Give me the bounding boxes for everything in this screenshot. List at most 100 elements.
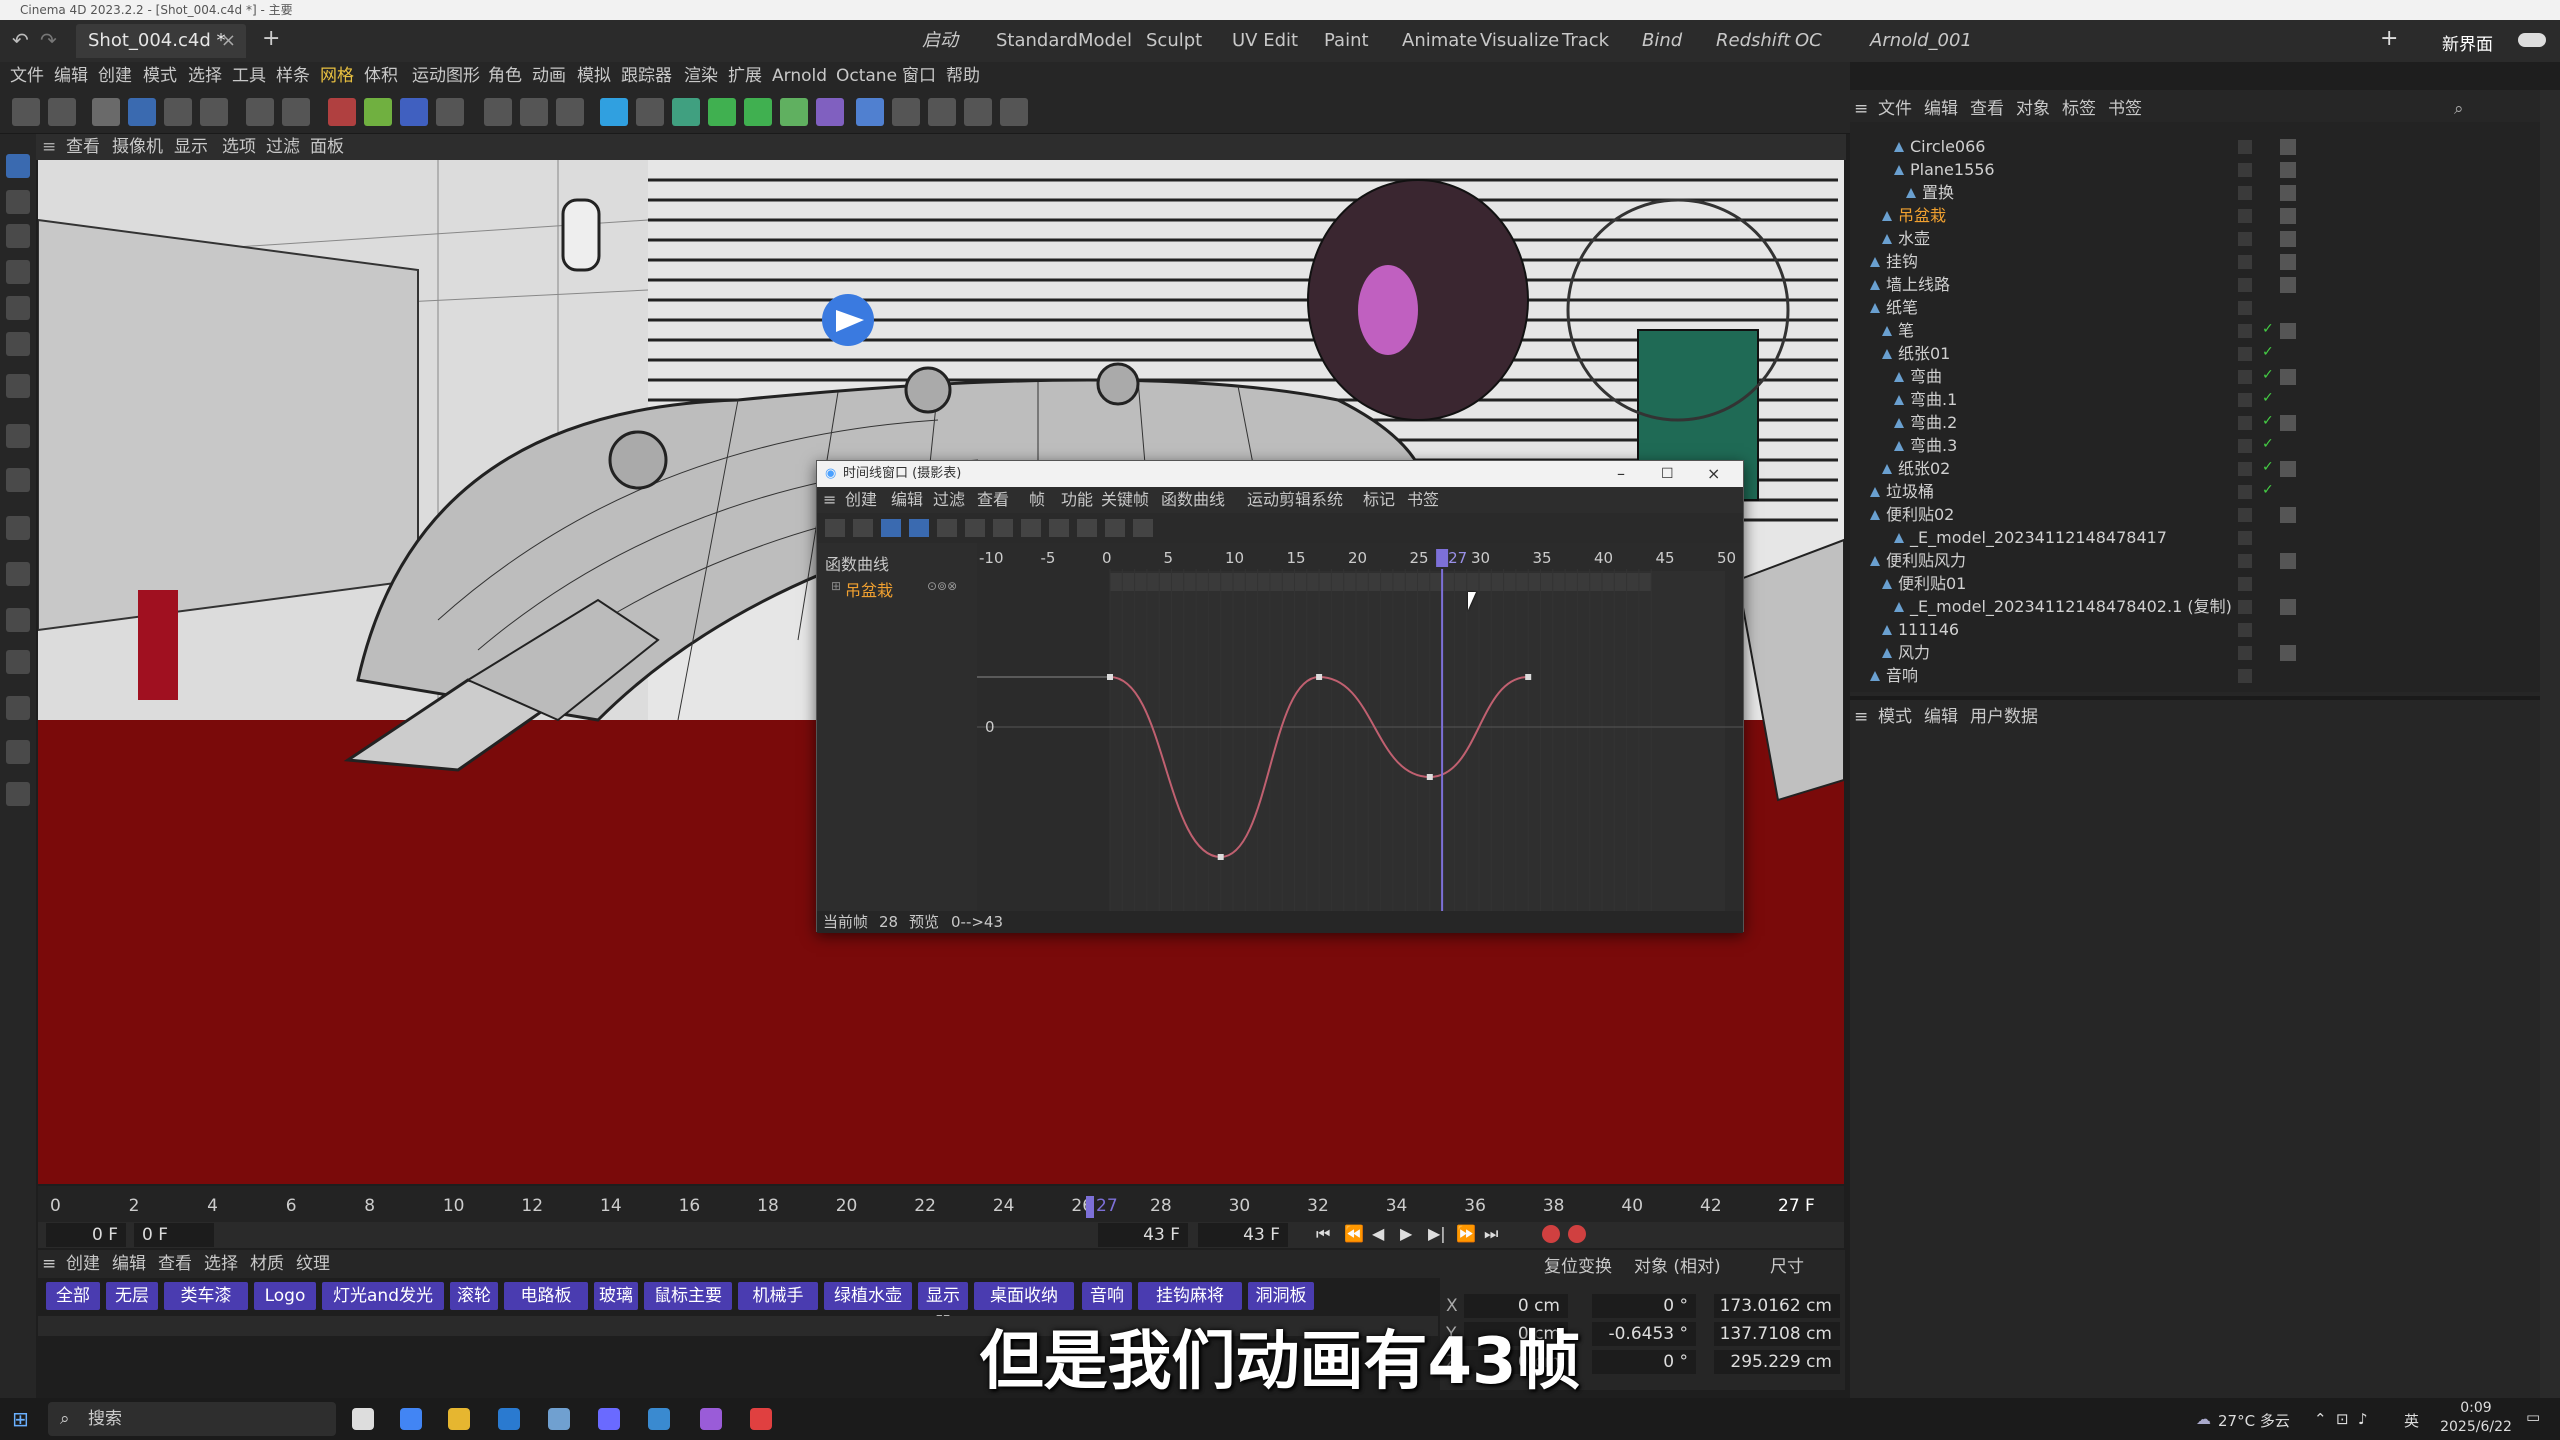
- object-row[interactable]: 水壶: [1882, 228, 1930, 250]
- layout-tab-10[interactable]: Redshift: [1716, 20, 1790, 62]
- object-visibility-icon[interactable]: [2238, 623, 2252, 637]
- material-menu-item[interactable]: 编辑: [112, 1250, 146, 1278]
- material-tag[interactable]: Logo: [254, 1282, 316, 1310]
- hamburger-icon[interactable]: ≡: [1854, 704, 1868, 730]
- enabled-check-icon[interactable]: ✓: [2262, 482, 2274, 498]
- toolbar-icon[interactable]: [92, 98, 120, 126]
- hamburger-icon[interactable]: ≡: [1854, 96, 1868, 122]
- windows-start-icon[interactable]: ⊞: [12, 1407, 29, 1431]
- object-visibility-icon[interactable]: [2238, 554, 2252, 568]
- timeline-window[interactable]: ◉ 时间线窗口 (摄影表) – ☐ × ≡ 创建 编辑 过滤 查看帧功能 关键帧 函数曲线运…: [816, 460, 1744, 936]
- object-tag-icon[interactable]: [2280, 162, 2296, 178]
- viewport-menu-item[interactable]: 面板: [310, 134, 344, 160]
- object-visibility-icon[interactable]: [2238, 462, 2252, 476]
- toolbar-icon[interactable]: [928, 98, 956, 126]
- enabled-check-icon[interactable]: ✓: [2262, 367, 2274, 383]
- prev-frame-icon[interactable]: ◀: [1372, 1224, 1384, 1243]
- volume-icon[interactable]: ♪: [2358, 1410, 2368, 1428]
- goto-end-icon[interactable]: ⏭: [1484, 1224, 1498, 1244]
- track-flags-icon[interactable]: ⊙⊚⊗: [927, 579, 957, 593]
- object-row[interactable]: 笔: [1882, 320, 1914, 342]
- toolbar-icon[interactable]: [246, 98, 274, 126]
- ime-indicator[interactable]: 英: [2404, 1410, 2419, 1431]
- object-visibility-icon[interactable]: [2238, 669, 2252, 683]
- toolbar-icon[interactable]: [484, 98, 512, 126]
- object-visibility-icon[interactable]: [2238, 646, 2252, 660]
- object-tag-icon[interactable]: [2280, 323, 2296, 339]
- object-row[interactable]: 墙上线路: [1870, 274, 1950, 296]
- expand-icon[interactable]: ⊞: [831, 579, 841, 593]
- maximize-icon[interactable]: ☐: [1661, 461, 1674, 487]
- menu-item[interactable]: Octane: [836, 62, 897, 90]
- menu-item[interactable]: 角色: [488, 62, 522, 90]
- object-tag-icon[interactable]: [2280, 139, 2296, 155]
- auto-key-icon[interactable]: [1568, 1225, 1586, 1243]
- menu-item[interactable]: 帮助: [946, 62, 980, 90]
- enabled-check-icon[interactable]: ✓: [2262, 436, 2274, 452]
- object-visibility-icon[interactable]: [2238, 163, 2252, 177]
- object-visibility-icon[interactable]: [2238, 485, 2252, 499]
- menu-item[interactable]: Arnold: [772, 62, 827, 90]
- tray-chevron-icon[interactable]: ⌃: [2314, 1410, 2327, 1428]
- enabled-check-icon[interactable]: ✓: [2262, 459, 2274, 475]
- menu-item[interactable]: 工具: [232, 62, 266, 90]
- toolbar-icon[interactable]: [436, 98, 464, 126]
- weather-text[interactable]: 27°C 多云: [2218, 1410, 2290, 1431]
- object-row[interactable]: 音响: [1870, 665, 1918, 687]
- menu-item[interactable]: 样条: [276, 62, 310, 90]
- panel-divider[interactable]: [1850, 696, 2540, 700]
- viewport-menu-item[interactable]: 显示: [174, 134, 208, 160]
- material-menu-item[interactable]: 纹理: [296, 1250, 330, 1278]
- menu-item[interactable]: 运动图形: [412, 62, 480, 90]
- object-list[interactable]: Circle066 Plane1556 置换 吊盆栽 水壶 挂钩 墙上线路 纸笔笔 ✓ 纸张01 ✓…: [1850, 122, 2540, 692]
- layout-tab-7[interactable]: Visualize: [1480, 20, 1559, 62]
- tool-icon[interactable]: [6, 608, 30, 632]
- object-visibility-icon[interactable]: [2238, 577, 2252, 591]
- timeline-tool-icon[interactable]: [1133, 519, 1153, 537]
- play-icon[interactable]: ▶: [1400, 1224, 1412, 1243]
- object-manager-menu-item[interactable]: 文件: [1878, 96, 1912, 122]
- preview-end-field[interactable]: 43 F: [1098, 1223, 1188, 1247]
- layout-tab-8[interactable]: Track: [1562, 20, 1609, 62]
- undo-icon[interactable]: ↶: [12, 28, 29, 52]
- layout-tab-11[interactable]: OC: [1795, 20, 1822, 62]
- next-key-icon[interactable]: ⏩: [1456, 1224, 1476, 1243]
- timeline-window-menu-item[interactable]: 关键帧: [1101, 487, 1149, 513]
- tool-icon[interactable]: [6, 332, 30, 356]
- object-tag-icon[interactable]: [2280, 231, 2296, 247]
- material-tag[interactable]: 灯光and发光: [322, 1282, 444, 1310]
- object-visibility-icon[interactable]: [2238, 186, 2252, 200]
- toolbar-icon[interactable]: [128, 98, 156, 126]
- network-icon[interactable]: ⊡: [2336, 1410, 2349, 1428]
- object-row[interactable]: 垃圾桶: [1870, 481, 1934, 503]
- tool-icon[interactable]: [6, 224, 30, 248]
- object-visibility-icon[interactable]: [2238, 370, 2252, 384]
- material-tag[interactable]: 机械手: [738, 1282, 818, 1310]
- menu-item[interactable]: 扩展: [728, 62, 762, 90]
- object-row[interactable]: 纸张02: [1882, 458, 1950, 480]
- menu-item[interactable]: 网格: [320, 62, 354, 90]
- tool-icon[interactable]: [6, 154, 30, 178]
- menu-item[interactable]: 体积: [364, 62, 398, 90]
- object-visibility-icon[interactable]: [2238, 439, 2252, 453]
- object-row[interactable]: 弯曲.1: [1894, 389, 1957, 411]
- toolbar-icon[interactable]: [200, 98, 228, 126]
- tool-icon[interactable]: [6, 696, 30, 720]
- tool-icon[interactable]: [6, 650, 30, 674]
- object-tag-icon[interactable]: [2280, 277, 2296, 293]
- keyframe-point[interactable]: [1217, 854, 1224, 860]
- timeline-tool-icon[interactable]: [825, 519, 845, 537]
- object-visibility-icon[interactable]: [2238, 531, 2252, 545]
- material-tag[interactable]: 挂钩麻将: [1138, 1282, 1242, 1310]
- material-tag[interactable]: 洞洞板: [1248, 1282, 1314, 1310]
- timeline-window-menu-item[interactable]: 函数曲线: [1161, 487, 1225, 513]
- menu-item[interactable]: 跟踪器: [621, 62, 672, 90]
- object-row[interactable]: _E_model_20234112148478417: [1894, 527, 2167, 549]
- viewport-menu-item[interactable]: 过滤: [266, 134, 300, 160]
- toolbar-icon[interactable]: [780, 98, 808, 126]
- timeline-window-menu-item[interactable]: 运动剪辑系统: [1247, 487, 1343, 513]
- object-row[interactable]: 风力: [1882, 642, 1930, 664]
- toolbar-icon[interactable]: [600, 98, 628, 126]
- material-menu-item[interactable]: 材质: [250, 1250, 284, 1278]
- timeline-window-menu-item[interactable]: 标记: [1363, 487, 1395, 513]
